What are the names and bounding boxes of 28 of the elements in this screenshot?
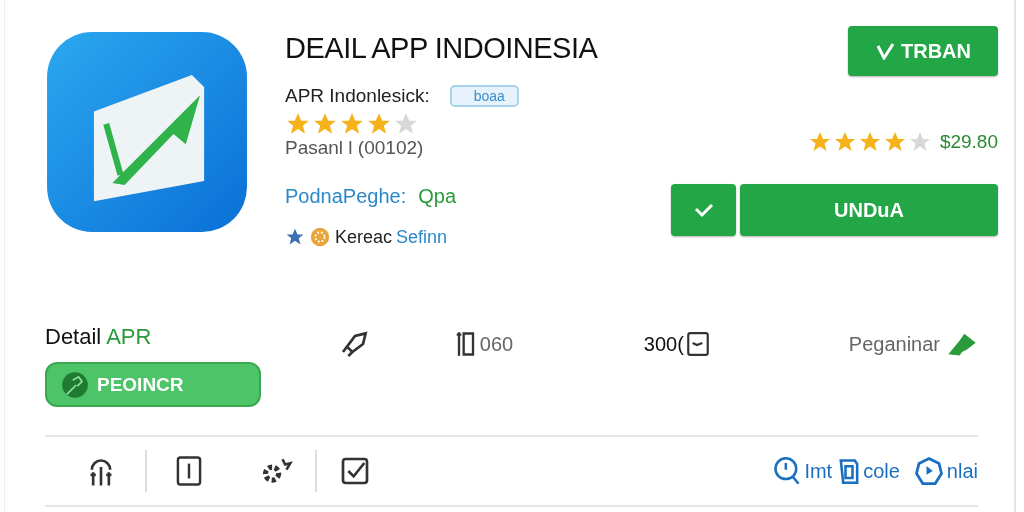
toolbar-link[interactable]: Imt (773, 456, 833, 486)
app-logo-icon (45, 30, 249, 234)
star-icon (285, 227, 305, 247)
checkbox-icon[interactable] (339, 455, 371, 487)
tablet-icon (685, 331, 710, 357)
tag-link[interactable]: Sefinn (396, 226, 448, 248)
clock-icon (913, 456, 944, 486)
frame-icon[interactable] (175, 455, 203, 487)
toolbar-link[interactable]: nlai (913, 456, 978, 486)
document-icon (838, 457, 861, 485)
get-button[interactable]: TRBAN (848, 26, 998, 76)
review-count: Pasanl l (00102) (285, 137, 424, 159)
install-button[interactable]: UNDuA (740, 184, 998, 236)
search-icon (773, 456, 802, 486)
check-icon (875, 42, 895, 60)
section-title: Detail APR (45, 324, 153, 350)
info-label: PodnaPeghe: (285, 185, 407, 208)
toolbar-link[interactable]: cole (838, 457, 900, 485)
developer-name: APR Indonlesick: (285, 85, 430, 107)
tag-badge: boaa (449, 85, 519, 107)
stat-value: 060 (479, 332, 514, 356)
app-title: DEAIL APP INDOINESIA (285, 32, 599, 65)
tag-text: Kereac (335, 226, 393, 248)
more-link[interactable]: Peganinar (848, 331, 978, 357)
stat-value: 300( (643, 332, 684, 356)
check-button[interactable] (671, 184, 736, 236)
info-value: Qpa (418, 185, 457, 208)
price: $29.80 (939, 131, 998, 153)
